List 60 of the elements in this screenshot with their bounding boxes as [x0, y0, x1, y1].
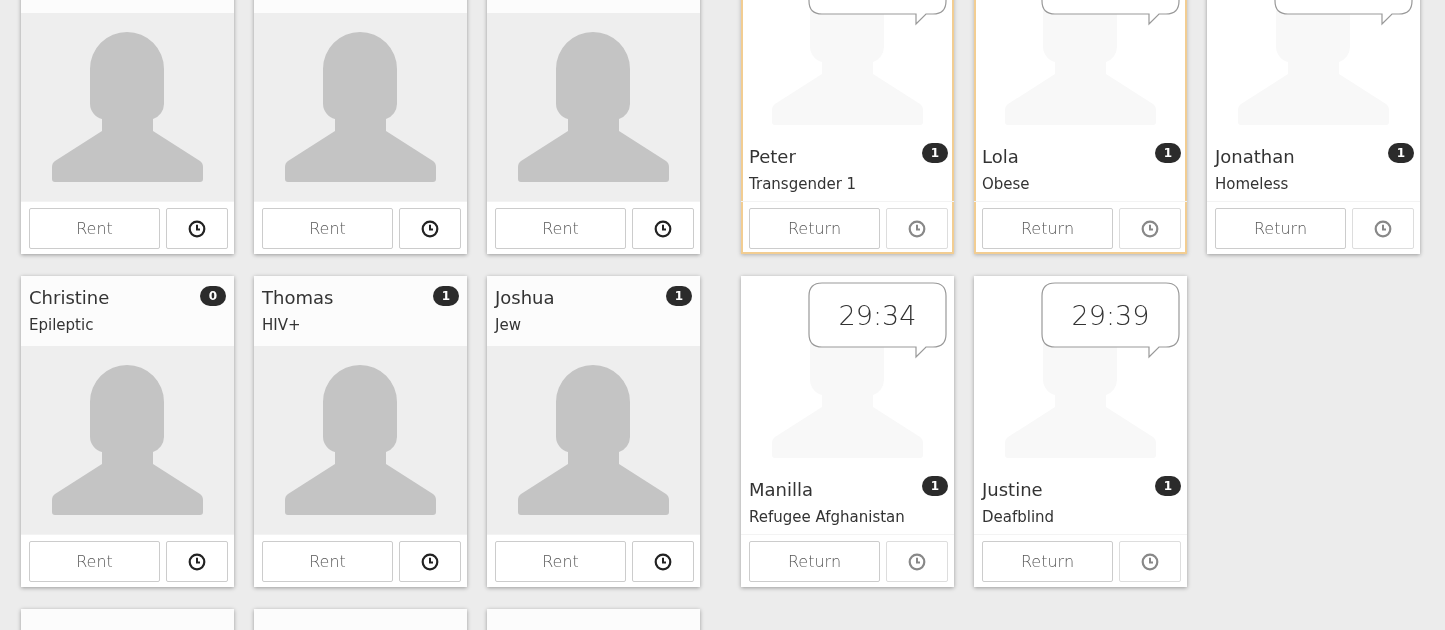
rent-button[interactable]: Rent — [495, 208, 626, 249]
timer-text: 29:34 — [837, 298, 918, 333]
person-condition: HIV+ — [262, 315, 301, 336]
rent-button[interactable]: Rent — [262, 208, 393, 249]
history-button[interactable] — [166, 541, 228, 582]
avatar-silhouette-icon — [285, 365, 436, 515]
clock-icon — [421, 552, 439, 571]
person-condition: Obese — [982, 174, 1030, 195]
person-name: Peter — [749, 145, 796, 169]
clock-icon — [188, 552, 206, 571]
clock-icon — [1374, 219, 1392, 238]
clock-icon — [654, 219, 672, 238]
clock-icon — [908, 552, 926, 571]
person-name: Joshua — [495, 286, 555, 310]
person-condition: Deafblind — [982, 507, 1055, 528]
person-condition: Refugee Afghanistan — [749, 507, 905, 528]
clock-icon — [1141, 219, 1159, 238]
clock-icon — [421, 219, 439, 238]
person-condition: Transgender 1 — [749, 174, 857, 195]
avatar-silhouette-icon — [518, 32, 669, 182]
return-button[interactable]: Return — [982, 208, 1113, 249]
timer-text: 29:39 — [1070, 298, 1151, 333]
count-badge: 1 — [922, 476, 948, 496]
person-condition: Homeless — [1215, 174, 1289, 195]
count-badge: 1 — [1155, 476, 1181, 496]
person-condition: Epileptic — [29, 315, 94, 336]
rent-button[interactable]: Rent — [262, 541, 393, 582]
avatar-silhouette-icon — [52, 32, 203, 182]
count-badge: 1 — [1388, 143, 1414, 163]
rent-button[interactable]: Rent — [495, 541, 626, 582]
return-button[interactable]: Return — [1215, 208, 1346, 249]
count-badge: 1 — [1155, 143, 1181, 163]
person-name: Justine — [982, 478, 1043, 502]
person-name: Manilla — [749, 478, 813, 502]
rent-button[interactable]: Rent — [29, 208, 160, 249]
clock-icon — [188, 219, 206, 238]
count-badge: 1 — [922, 143, 948, 163]
rent-button[interactable]: Rent — [29, 541, 160, 582]
count-badge: 1 — [666, 286, 692, 306]
count-badge: 0 — [200, 286, 226, 306]
return-button[interactable]: Return — [982, 541, 1113, 582]
history-button[interactable] — [399, 208, 461, 249]
person-name: Christine — [29, 286, 110, 310]
avatar-silhouette-icon — [518, 365, 669, 515]
avatar-silhouette-icon — [285, 32, 436, 182]
clock-icon — [908, 219, 926, 238]
history-button[interactable] — [632, 541, 694, 582]
count-badge: 1 — [433, 286, 459, 306]
history-button[interactable] — [399, 541, 461, 582]
person-name: Thomas — [262, 286, 334, 310]
return-button[interactable]: Return — [749, 541, 880, 582]
clock-icon — [654, 552, 672, 571]
person-name: Lola — [982, 145, 1019, 169]
person-condition: Jew — [495, 315, 521, 336]
return-button[interactable]: Return — [749, 208, 880, 249]
history-button[interactable] — [166, 208, 228, 249]
avatar-silhouette-icon — [52, 365, 203, 515]
person-name: Jonathan — [1215, 145, 1295, 169]
clock-icon — [1141, 552, 1159, 571]
history-button[interactable] — [632, 208, 694, 249]
